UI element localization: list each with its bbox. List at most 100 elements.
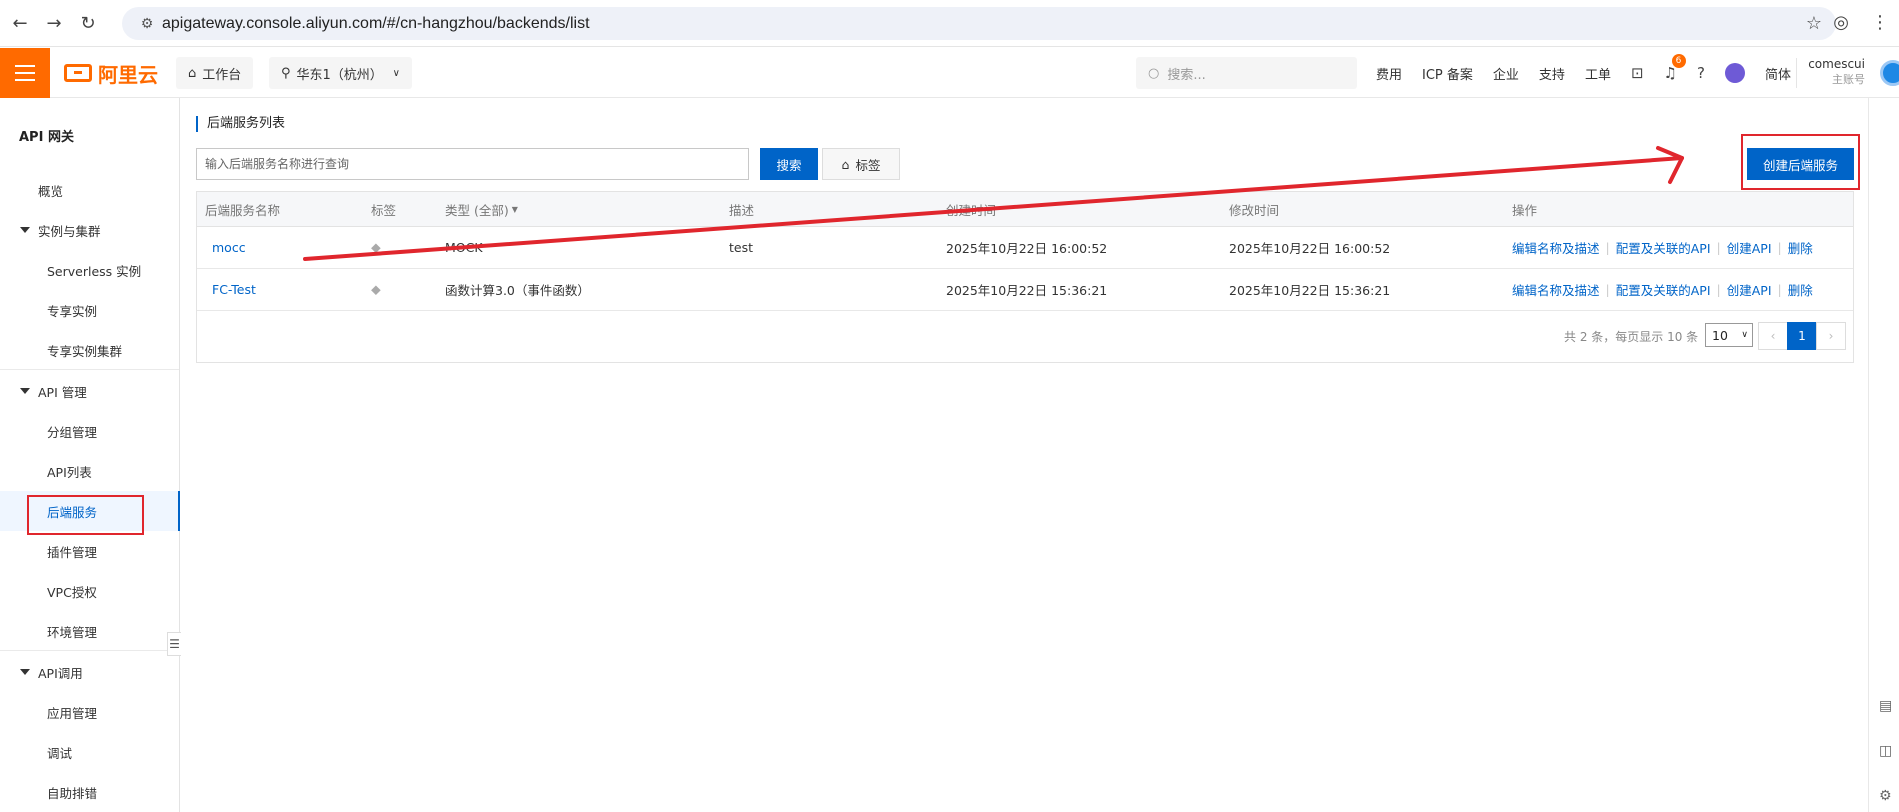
workbench-button[interactable]: ⌂ 工作台 — [176, 57, 254, 89]
prev-page-button[interactable]: ‹ — [1758, 322, 1788, 350]
header-link-icp[interactable]: ICP 备案 — [1422, 64, 1473, 83]
aliyun-logo-icon — [64, 64, 92, 82]
sidebar-item-dedicated[interactable]: 专享实例 — [0, 290, 179, 330]
notification-badge: 6 — [1671, 54, 1686, 68]
sidebar-item-label: 自助排错 — [47, 785, 98, 801]
backend-name-link[interactable]: mocc — [212, 227, 246, 268]
sidebar-item-label: 应用管理 — [47, 705, 98, 721]
sidebar-item-plugins[interactable]: 插件管理 — [0, 531, 179, 571]
header-links: 费用 ICP 备案 企业 支持 工单 ⊡ ♫ 6 ? 简体 — [1376, 48, 1791, 98]
page-size-select[interactable]: 10 ∨ — [1705, 323, 1753, 347]
header-link-support[interactable]: 支持 — [1539, 64, 1565, 83]
sidebar-item-label: 调试 — [47, 745, 73, 761]
tag-icon[interactable]: ⬥ — [371, 269, 381, 310]
sidebar-group-api-calls[interactable]: API调用 — [0, 652, 179, 692]
global-search-input[interactable]: ○ 搜索... — [1136, 57, 1357, 89]
avatar[interactable] — [1880, 60, 1899, 86]
caret-down-icon — [20, 227, 30, 233]
sidebar-group-api-management[interactable]: API 管理 — [0, 371, 179, 411]
backend-modified: 2025年10月22日 15:36:21 — [1229, 283, 1391, 298]
config-linked-api-link[interactable]: 配置及关联的API — [1616, 280, 1711, 299]
header-link-enterprise[interactable]: 企业 — [1493, 64, 1519, 83]
sidebar-item-apps[interactable]: 应用管理 — [0, 692, 179, 732]
header-link-fees[interactable]: 费用 — [1376, 64, 1402, 83]
backend-type: 函数计算3.0（事件函数） — [445, 283, 590, 298]
page-title: 后端服务列表 — [196, 116, 285, 132]
action-separator: | — [1716, 282, 1721, 297]
sidebar-item-label: API列表 — [47, 464, 92, 480]
address-bar[interactable]: ⚙ apigateway.console.aliyun.com/#/cn-han… — [122, 7, 1836, 40]
region-selector[interactable]: ⚲ 华东1（杭州） ∨ — [269, 57, 412, 89]
settings-gear-icon[interactable]: ⚙ — [1879, 788, 1892, 804]
feedback-icon[interactable]: ◫ — [1879, 743, 1892, 759]
action-separator: | — [1605, 282, 1610, 297]
caret-down-icon: ▼ — [511, 204, 518, 214]
user-name: comescui — [1808, 57, 1865, 71]
page-1-button[interactable]: 1 — [1787, 322, 1817, 350]
backend-type: MOCK — [445, 240, 483, 255]
tag-icon[interactable]: ⬥ — [371, 227, 381, 268]
sidebar-item-environments[interactable]: 环境管理 — [0, 611, 179, 651]
next-page-button[interactable]: › — [1816, 322, 1846, 350]
sidebar-item-overview[interactable]: 概览 — [0, 170, 179, 210]
sidebar-item-serverless[interactable]: Serverless 实例 — [0, 250, 179, 290]
pagination-summary: 共 2 条，每页显示 10 条 — [1564, 330, 1699, 344]
column-header-name: 后端服务名称 — [205, 202, 281, 218]
site-info-icon[interactable]: ⚙ — [132, 16, 162, 32]
edit-name-desc-link[interactable]: 编辑名称及描述 — [1512, 280, 1600, 299]
delete-link[interactable]: 删除 — [1788, 238, 1813, 257]
sidebar-group-label: 实例与集群 — [38, 223, 101, 239]
url-text[interactable]: apigateway.console.aliyun.com/#/cn-hangz… — [162, 15, 590, 33]
backend-search-input[interactable] — [196, 148, 749, 180]
home-icon: ⌂ — [188, 65, 197, 81]
sidebar-item-debug[interactable]: 调试 — [0, 732, 179, 772]
ai-assistant-icon[interactable] — [1724, 63, 1745, 83]
column-header-type[interactable]: 类型 (全部) ▼ — [445, 192, 518, 226]
action-separator: | — [1777, 282, 1782, 297]
page-size-value: 10 — [1712, 327, 1728, 343]
arrow-head — [1656, 146, 1684, 184]
tag-filter-button[interactable]: ⌂ 标签 — [822, 148, 900, 180]
aliyun-logo[interactable]: 阿里云 — [64, 60, 158, 87]
create-api-link[interactable]: 创建API — [1727, 238, 1772, 257]
user-role: 主账号 — [1832, 73, 1865, 86]
help-icon[interactable]: ? — [1697, 64, 1705, 82]
sidebar-item-troubleshoot[interactable]: 自助排错 — [0, 772, 179, 812]
back-icon[interactable]: ← — [6, 9, 34, 37]
edit-name-desc-link[interactable]: 编辑名称及描述 — [1512, 238, 1600, 257]
column-header-desc: 描述 — [729, 202, 755, 218]
forward-icon[interactable]: → — [40, 9, 68, 37]
user-account[interactable]: comescui 主账号 — [1805, 56, 1865, 88]
location-pin-icon: ⚲ — [281, 65, 291, 81]
backend-name-link[interactable]: FC-Test — [212, 269, 256, 310]
sidebar-item-vpc[interactable]: VPC授权 — [0, 571, 179, 611]
search-button[interactable]: 搜索 — [760, 148, 818, 180]
menu-hamburger-icon[interactable] — [0, 48, 50, 98]
logo-text: 阿里云 — [98, 62, 158, 87]
sidebar-divider — [0, 369, 179, 370]
reload-icon[interactable]: ↻ — [74, 9, 102, 37]
sidebar-collapse-icon[interactable]: ☰ — [167, 632, 181, 656]
sidebar-group-instances[interactable]: 实例与集群 — [0, 210, 179, 250]
header-link-ticket[interactable]: 工单 — [1585, 64, 1611, 83]
document-icon[interactable]: ▤ — [1879, 698, 1892, 714]
create-api-link[interactable]: 创建API — [1727, 280, 1772, 299]
backend-desc: test — [729, 240, 754, 255]
sidebar-item-api-list[interactable]: API列表 — [0, 451, 179, 491]
cloud-shell-icon[interactable]: ⊡ — [1631, 64, 1644, 82]
delete-link[interactable]: 删除 — [1788, 280, 1813, 299]
sidebar-item-dedicated-cluster[interactable]: 专享实例集群 — [0, 330, 179, 370]
bookmark-star-icon[interactable]: ☆ — [1806, 13, 1822, 34]
sidebar-item-groups[interactable]: 分组管理 — [0, 411, 179, 451]
column-header-actions: 操作 — [1512, 202, 1538, 218]
config-linked-api-link[interactable]: 配置及关联的API — [1616, 238, 1711, 257]
tag-button-label: 标签 — [855, 157, 881, 173]
notification-bell-icon[interactable]: ♫ 6 — [1664, 54, 1686, 82]
browser-menu-icon[interactable]: ⋮ — [1871, 12, 1889, 33]
table-row: mocc ⬥ MOCK test 2025年10月22日 16:00:52 20… — [197, 227, 1853, 269]
action-separator: | — [1777, 240, 1782, 255]
chevron-down-icon: ∨ — [1741, 330, 1748, 340]
sidebar-item-label: 专享实例 — [47, 303, 98, 319]
language-switch[interactable]: 简体 — [1765, 64, 1791, 83]
profile-icon[interactable]: ◎ — [1833, 12, 1849, 33]
